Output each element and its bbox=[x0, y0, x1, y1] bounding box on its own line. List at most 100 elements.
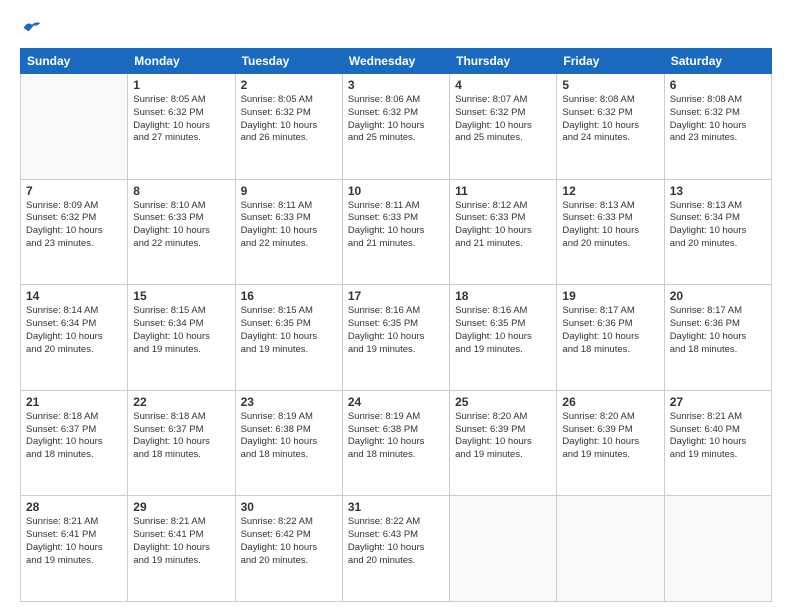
day-number: 24 bbox=[348, 395, 444, 409]
day-info: Sunrise: 8:08 AM Sunset: 6:32 PM Dayligh… bbox=[670, 94, 766, 145]
day-info: Sunrise: 8:21 AM Sunset: 6:40 PM Dayligh… bbox=[670, 411, 766, 462]
day-cell: 29 Sunrise: 8:21 AM Sunset: 6:41 PM Dayli… bbox=[128, 496, 235, 602]
day-cell bbox=[557, 496, 664, 602]
day-number: 5 bbox=[562, 78, 658, 92]
day-info: Sunrise: 8:20 AM Sunset: 6:39 PM Dayligh… bbox=[562, 411, 658, 462]
day-number: 22 bbox=[133, 395, 229, 409]
day-number: 18 bbox=[455, 289, 551, 303]
day-number: 25 bbox=[455, 395, 551, 409]
day-info: Sunrise: 8:19 AM Sunset: 6:38 PM Dayligh… bbox=[241, 411, 337, 462]
day-number: 17 bbox=[348, 289, 444, 303]
page: SundayMondayTuesdayWednesdayThursdayFrid… bbox=[0, 0, 792, 612]
day-cell bbox=[450, 496, 557, 602]
col-header-sunday: Sunday bbox=[21, 49, 128, 74]
day-cell: 22 Sunrise: 8:18 AM Sunset: 6:37 PM Dayli… bbox=[128, 390, 235, 496]
day-info: Sunrise: 8:18 AM Sunset: 6:37 PM Dayligh… bbox=[133, 411, 229, 462]
day-cell: 10 Sunrise: 8:11 AM Sunset: 6:33 PM Dayli… bbox=[342, 179, 449, 285]
day-number: 20 bbox=[670, 289, 766, 303]
day-info: Sunrise: 8:12 AM Sunset: 6:33 PM Dayligh… bbox=[455, 200, 551, 251]
day-cell: 17 Sunrise: 8:16 AM Sunset: 6:35 PM Dayli… bbox=[342, 285, 449, 391]
day-info: Sunrise: 8:05 AM Sunset: 6:32 PM Dayligh… bbox=[133, 94, 229, 145]
day-number: 2 bbox=[241, 78, 337, 92]
day-info: Sunrise: 8:15 AM Sunset: 6:34 PM Dayligh… bbox=[133, 305, 229, 356]
day-number: 23 bbox=[241, 395, 337, 409]
logo-bird-icon bbox=[22, 18, 42, 38]
day-number: 26 bbox=[562, 395, 658, 409]
day-cell: 8 Sunrise: 8:10 AM Sunset: 6:33 PM Daylig… bbox=[128, 179, 235, 285]
day-cell: 24 Sunrise: 8:19 AM Sunset: 6:38 PM Dayli… bbox=[342, 390, 449, 496]
day-cell: 23 Sunrise: 8:19 AM Sunset: 6:38 PM Dayli… bbox=[235, 390, 342, 496]
day-info: Sunrise: 8:17 AM Sunset: 6:36 PM Dayligh… bbox=[562, 305, 658, 356]
col-header-wednesday: Wednesday bbox=[342, 49, 449, 74]
col-header-thursday: Thursday bbox=[450, 49, 557, 74]
day-info: Sunrise: 8:19 AM Sunset: 6:38 PM Dayligh… bbox=[348, 411, 444, 462]
day-info: Sunrise: 8:18 AM Sunset: 6:37 PM Dayligh… bbox=[26, 411, 122, 462]
day-info: Sunrise: 8:05 AM Sunset: 6:32 PM Dayligh… bbox=[241, 94, 337, 145]
day-info: Sunrise: 8:11 AM Sunset: 6:33 PM Dayligh… bbox=[348, 200, 444, 251]
day-number: 9 bbox=[241, 184, 337, 198]
day-cell: 12 Sunrise: 8:13 AM Sunset: 6:33 PM Dayli… bbox=[557, 179, 664, 285]
day-number: 4 bbox=[455, 78, 551, 92]
day-number: 7 bbox=[26, 184, 122, 198]
day-info: Sunrise: 8:17 AM Sunset: 6:36 PM Dayligh… bbox=[670, 305, 766, 356]
day-number: 28 bbox=[26, 500, 122, 514]
day-number: 13 bbox=[670, 184, 766, 198]
day-cell: 7 Sunrise: 8:09 AM Sunset: 6:32 PM Daylig… bbox=[21, 179, 128, 285]
day-number: 12 bbox=[562, 184, 658, 198]
day-info: Sunrise: 8:22 AM Sunset: 6:43 PM Dayligh… bbox=[348, 516, 444, 567]
day-number: 16 bbox=[241, 289, 337, 303]
day-info: Sunrise: 8:16 AM Sunset: 6:35 PM Dayligh… bbox=[455, 305, 551, 356]
day-info: Sunrise: 8:16 AM Sunset: 6:35 PM Dayligh… bbox=[348, 305, 444, 356]
day-cell: 26 Sunrise: 8:20 AM Sunset: 6:39 PM Dayli… bbox=[557, 390, 664, 496]
day-info: Sunrise: 8:13 AM Sunset: 6:33 PM Dayligh… bbox=[562, 200, 658, 251]
day-cell: 15 Sunrise: 8:15 AM Sunset: 6:34 PM Dayli… bbox=[128, 285, 235, 391]
day-info: Sunrise: 8:21 AM Sunset: 6:41 PM Dayligh… bbox=[133, 516, 229, 567]
day-number: 29 bbox=[133, 500, 229, 514]
day-number: 6 bbox=[670, 78, 766, 92]
week-row-2: 7 Sunrise: 8:09 AM Sunset: 6:32 PM Daylig… bbox=[21, 179, 772, 285]
day-info: Sunrise: 8:11 AM Sunset: 6:33 PM Dayligh… bbox=[241, 200, 337, 251]
day-cell bbox=[664, 496, 771, 602]
day-cell: 16 Sunrise: 8:15 AM Sunset: 6:35 PM Dayli… bbox=[235, 285, 342, 391]
day-cell: 11Sunrise: 8:12 AM Sunset: 6:33 PM Dayli… bbox=[450, 179, 557, 285]
day-cell: 2 Sunrise: 8:05 AM Sunset: 6:32 PM Daylig… bbox=[235, 74, 342, 180]
header bbox=[20, 18, 772, 38]
day-cell: 19 Sunrise: 8:17 AM Sunset: 6:36 PM Dayli… bbox=[557, 285, 664, 391]
day-info: Sunrise: 8:07 AM Sunset: 6:32 PM Dayligh… bbox=[455, 94, 551, 145]
day-number: 15 bbox=[133, 289, 229, 303]
day-cell: 14Sunrise: 8:14 AM Sunset: 6:34 PM Dayli… bbox=[21, 285, 128, 391]
calendar-header-row: SundayMondayTuesdayWednesdayThursdayFrid… bbox=[21, 49, 772, 74]
day-cell: 21Sunrise: 8:18 AM Sunset: 6:37 PM Dayli… bbox=[21, 390, 128, 496]
day-number: 1 bbox=[133, 78, 229, 92]
day-cell bbox=[21, 74, 128, 180]
day-number: 10 bbox=[348, 184, 444, 198]
day-number: 31 bbox=[348, 500, 444, 514]
logo bbox=[20, 18, 42, 38]
day-number: 8 bbox=[133, 184, 229, 198]
col-header-saturday: Saturday bbox=[664, 49, 771, 74]
day-info: Sunrise: 8:15 AM Sunset: 6:35 PM Dayligh… bbox=[241, 305, 337, 356]
day-info: Sunrise: 8:10 AM Sunset: 6:33 PM Dayligh… bbox=[133, 200, 229, 251]
day-number: 3 bbox=[348, 78, 444, 92]
day-number: 27 bbox=[670, 395, 766, 409]
week-row-1: 1 Sunrise: 8:05 AM Sunset: 6:32 PM Daylig… bbox=[21, 74, 772, 180]
day-number: 30 bbox=[241, 500, 337, 514]
day-cell: 4 Sunrise: 8:07 AM Sunset: 6:32 PM Daylig… bbox=[450, 74, 557, 180]
col-header-friday: Friday bbox=[557, 49, 664, 74]
week-row-5: 28 Sunrise: 8:21 AM Sunset: 6:41 PM Dayli… bbox=[21, 496, 772, 602]
calendar-table: SundayMondayTuesdayWednesdayThursdayFrid… bbox=[20, 48, 772, 602]
day-cell: 13Sunrise: 8:13 AM Sunset: 6:34 PM Dayli… bbox=[664, 179, 771, 285]
day-number: 19 bbox=[562, 289, 658, 303]
day-cell: 25Sunrise: 8:20 AM Sunset: 6:39 PM Dayli… bbox=[450, 390, 557, 496]
day-cell: 27 Sunrise: 8:21 AM Sunset: 6:40 PM Dayli… bbox=[664, 390, 771, 496]
day-info: Sunrise: 8:22 AM Sunset: 6:42 PM Dayligh… bbox=[241, 516, 337, 567]
col-header-tuesday: Tuesday bbox=[235, 49, 342, 74]
day-cell: 5Sunrise: 8:08 AM Sunset: 6:32 PM Daylig… bbox=[557, 74, 664, 180]
col-header-monday: Monday bbox=[128, 49, 235, 74]
day-cell: 31 Sunrise: 8:22 AM Sunset: 6:43 PM Dayli… bbox=[342, 496, 449, 602]
day-info: Sunrise: 8:09 AM Sunset: 6:32 PM Dayligh… bbox=[26, 200, 122, 251]
day-cell: 20 Sunrise: 8:17 AM Sunset: 6:36 PM Dayli… bbox=[664, 285, 771, 391]
day-info: Sunrise: 8:14 AM Sunset: 6:34 PM Dayligh… bbox=[26, 305, 122, 356]
day-cell: 6 Sunrise: 8:08 AM Sunset: 6:32 PM Daylig… bbox=[664, 74, 771, 180]
week-row-4: 21Sunrise: 8:18 AM Sunset: 6:37 PM Dayli… bbox=[21, 390, 772, 496]
